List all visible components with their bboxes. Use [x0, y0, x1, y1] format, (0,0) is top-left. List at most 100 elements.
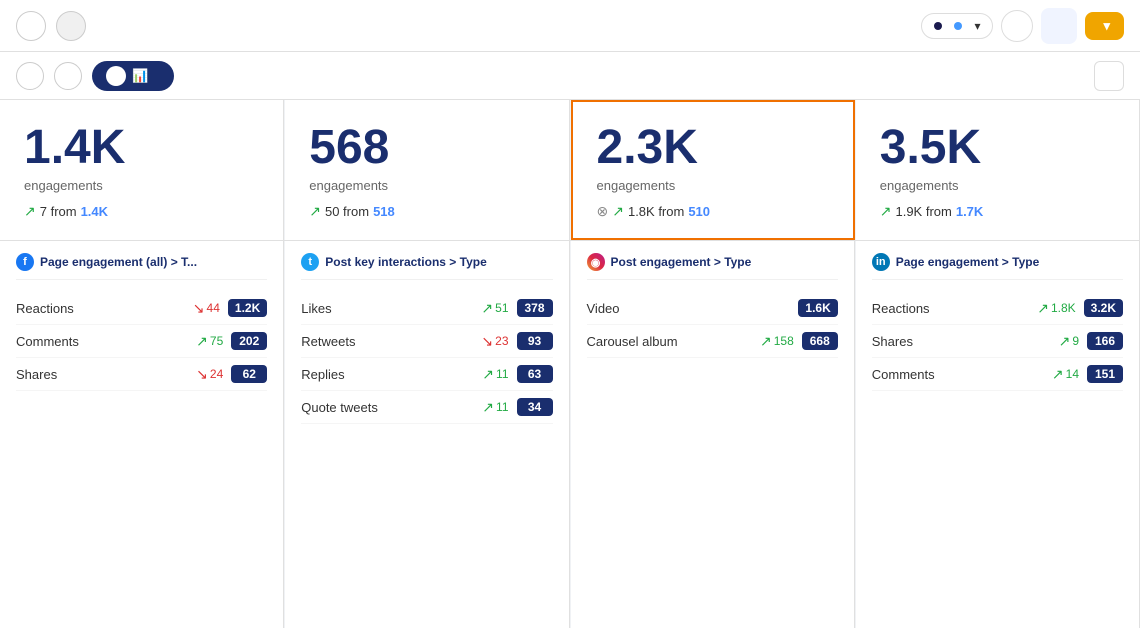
- metric-card-0[interactable]: 1.4K engagements ↗ 7 from 1.4K: [0, 100, 284, 240]
- row-change: ↗158: [760, 333, 794, 350]
- row-label: Likes: [301, 301, 473, 316]
- detail-row: Likes ↗51 378: [301, 292, 552, 325]
- row-label: Shares: [16, 367, 188, 382]
- row-change: ↗9: [1059, 333, 1079, 350]
- filter-button[interactable]: [1094, 61, 1124, 91]
- change-val: 9: [1072, 334, 1079, 348]
- row-change: ↘23: [481, 333, 508, 350]
- trend-up-icon: ↗: [24, 203, 36, 220]
- change-val: 11: [496, 367, 508, 381]
- detail-row: Reactions ↘44 1.2K: [16, 292, 267, 325]
- detail-card-header: ◉ Post engagement > Type: [587, 253, 838, 280]
- detail-card-ig: ◉ Post engagement > Type Video 1.6K Caro…: [571, 241, 855, 628]
- metric-card-2[interactable]: 2.3K engagements ⊗↗ 1.8K from 510: [571, 100, 855, 240]
- detail-card-title: Post key interactions > Type: [325, 255, 487, 269]
- detail-card-header: f Page engagement (all) > T...: [16, 253, 267, 280]
- trend-up-icon: ↗: [196, 333, 208, 350]
- header-left: [16, 11, 909, 41]
- trend-up-icon: ↗: [880, 203, 892, 220]
- change-val: 24: [210, 367, 223, 381]
- row-change: ↘44: [193, 300, 220, 317]
- row-change: ↗14: [1052, 366, 1079, 383]
- metric-change: ↗ 7 from 1.4K: [24, 203, 259, 220]
- row-change: ↗75: [196, 333, 223, 350]
- row-label: Video: [587, 301, 783, 316]
- detail-row: Carousel album ↗158 668: [587, 325, 838, 358]
- metric-icon: ⊗: [597, 203, 609, 220]
- metric-value: 568: [309, 124, 544, 172]
- row-change: ↘24: [196, 366, 223, 383]
- main-content: 1.4K engagements ↗ 7 from 1.4K 568 engag…: [0, 100, 1140, 628]
- detail-card-header: t Post key interactions > Type: [301, 253, 552, 280]
- metric-change: ↗ 50 from 518: [309, 203, 544, 220]
- row-badge: 63: [517, 365, 553, 383]
- back-button[interactable]: [16, 11, 46, 41]
- change-amount: 50 from: [325, 204, 369, 219]
- detail-card-title: Page engagement (all) > T...: [40, 255, 197, 269]
- row-change: ↗11: [482, 399, 508, 416]
- accounts-filter-button[interactable]: 📊: [92, 61, 174, 91]
- row-label: Retweets: [301, 334, 473, 349]
- change-amount: 7 from: [40, 204, 77, 219]
- detail-row: Quote tweets ↗11 34: [301, 391, 552, 424]
- change-val: 75: [210, 334, 223, 348]
- row-change: ↗1.8K: [1037, 300, 1075, 317]
- row-label: Reactions: [16, 301, 185, 316]
- trend-up-icon: ↗: [481, 300, 493, 317]
- download-button[interactable]: ▾: [1085, 12, 1124, 40]
- detail-row: Shares ↘24 62: [16, 358, 267, 391]
- row-badge: 3.2K: [1084, 299, 1123, 317]
- ig-platform-icon: ◉: [587, 253, 605, 271]
- more-options-button[interactable]: [1001, 10, 1033, 42]
- header: ▾ ▾: [0, 0, 1140, 52]
- detail-row: Comments ↗14 151: [872, 358, 1123, 391]
- metric-label: engagements: [597, 178, 829, 193]
- edit-button[interactable]: [56, 11, 86, 41]
- metric-value: 3.5K: [880, 124, 1115, 172]
- metric-card-3[interactable]: 3.5K engagements ↗ 1.9K from 1.7K: [856, 100, 1140, 240]
- user-button[interactable]: [1041, 8, 1077, 44]
- chat-button[interactable]: [54, 62, 82, 90]
- detail-row: Video 1.6K: [587, 292, 838, 325]
- row-badge: 202: [231, 332, 267, 350]
- detail-card-tw: t Post key interactions > Type Likes ↗51…: [285, 241, 569, 628]
- header-right: ▾ ▾: [921, 8, 1124, 44]
- change-amount: 1.9K from: [895, 204, 951, 219]
- detail-card-header: in Page engagement > Type: [872, 253, 1123, 280]
- detail-row: Retweets ↘23 93: [301, 325, 552, 358]
- metric-label: engagements: [880, 178, 1115, 193]
- detail-row: Reactions ↗1.8K 3.2K: [872, 292, 1123, 325]
- trend-up-icon: ↗: [612, 203, 624, 220]
- metric-value: 2.3K: [597, 124, 829, 172]
- row-badge: 1.2K: [228, 299, 267, 317]
- row-badge: 93: [517, 332, 553, 350]
- metric-change: ↗ 1.9K from 1.7K: [880, 203, 1115, 220]
- row-badge: 151: [1087, 365, 1123, 383]
- detail-card-fb: f Page engagement (all) > T... Reactions…: [0, 241, 284, 628]
- accounts-count: [106, 66, 126, 86]
- row-label: Replies: [301, 367, 474, 382]
- compare-value: 518: [373, 204, 395, 219]
- detail-card-title: Post engagement > Type: [611, 255, 752, 269]
- li-platform-icon: in: [872, 253, 890, 271]
- chevron-down-icon: ▾: [974, 19, 980, 33]
- row-badge: 166: [1087, 332, 1123, 350]
- row-badge: 378: [517, 299, 553, 317]
- row-badge: 668: [802, 332, 838, 350]
- change-val: 14: [1066, 367, 1079, 381]
- fb-platform-icon: f: [16, 253, 34, 271]
- trend-down-icon: ↘: [481, 333, 493, 350]
- add-widget-button[interactable]: [16, 62, 44, 90]
- row-label: Shares: [872, 334, 1051, 349]
- change-val: 1.8K: [1051, 301, 1076, 315]
- detail-row: Comments ↗75 202: [16, 325, 267, 358]
- trend-up-icon: ↗: [1059, 333, 1071, 350]
- change-val: 23: [495, 334, 508, 348]
- metric-value: 1.4K: [24, 124, 259, 172]
- date-range-button[interactable]: ▾: [921, 13, 993, 39]
- trend-up-icon: ↗: [482, 399, 494, 416]
- metric-card-1[interactable]: 568 engagements ↗ 50 from 518: [285, 100, 569, 240]
- change-val: 158: [774, 334, 794, 348]
- row-badge: 62: [231, 365, 267, 383]
- row-label: Carousel album: [587, 334, 752, 349]
